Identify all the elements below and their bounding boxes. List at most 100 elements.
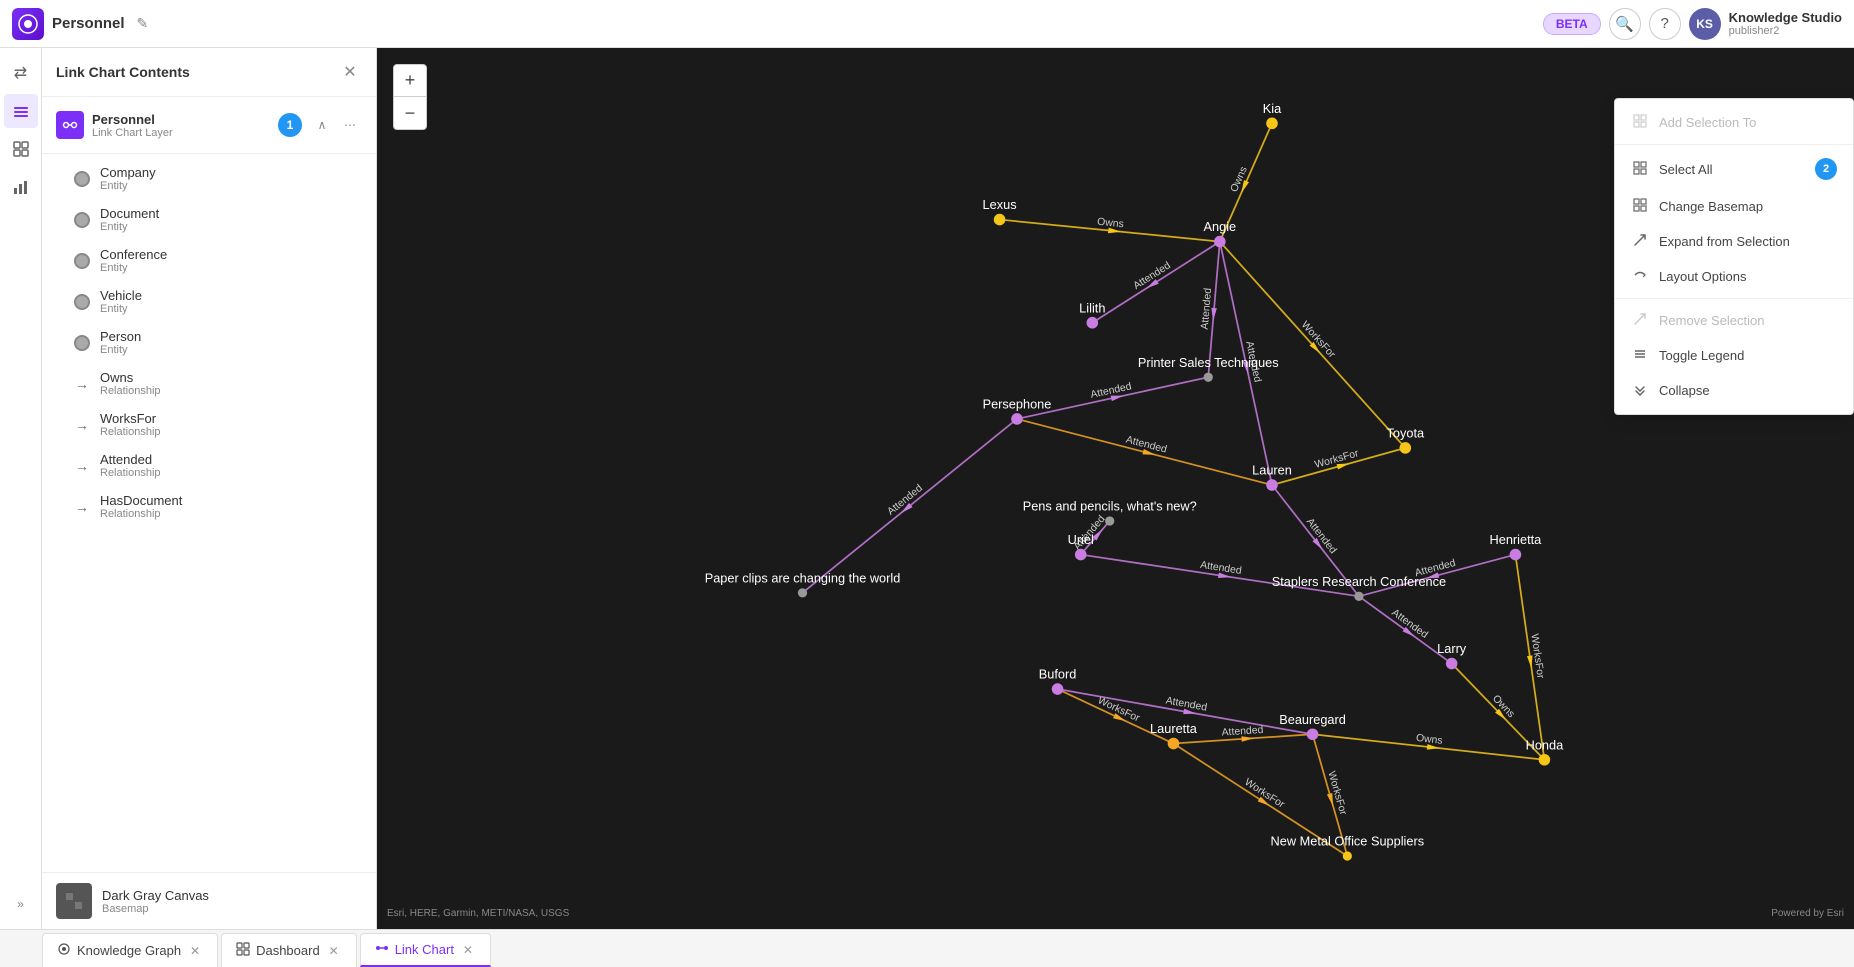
menu-item-expand-selection[interactable]: Expand from Selection xyxy=(1615,224,1853,259)
help-button[interactable]: ? xyxy=(1649,8,1681,40)
entity-more-button[interactable]: ⋯ xyxy=(340,332,362,354)
tab-link-chart[interactable]: Link Chart ✕ xyxy=(360,933,491,967)
entity-more-button[interactable]: ⋯ xyxy=(340,168,362,190)
entity-visibility-button[interactable]: 👁 xyxy=(314,332,336,354)
graph-node-persephone[interactable]: Persephone xyxy=(983,397,1052,425)
graph-node-larry[interactable]: Larry xyxy=(1437,641,1467,669)
entity-visibility-button[interactable]: 👁 xyxy=(314,250,336,272)
entity-row[interactable]: →AttendedRelationship 👁 ⋯ xyxy=(42,445,376,486)
entity-visibility-button[interactable]: 👁 xyxy=(314,291,336,313)
entity-visibility-button[interactable]: 👁 xyxy=(314,209,336,231)
map-area[interactable]: + − OwnsOwnsAttendedAttendedAttendedWork… xyxy=(377,48,1854,929)
entity-more-button[interactable]: ⋯ xyxy=(340,209,362,231)
graph-node-circle xyxy=(1510,549,1522,561)
zoom-in-button[interactable]: + xyxy=(394,65,426,97)
menu-item-select-all[interactable]: Select All2 xyxy=(1615,149,1853,189)
menu-item-layout-options[interactable]: Layout Options xyxy=(1615,259,1853,294)
entity-more-button[interactable]: ⋯ xyxy=(340,373,362,395)
layers-button[interactable] xyxy=(4,94,38,128)
entity-row[interactable]: DocumentEntity 👁 ⋯ xyxy=(42,199,376,240)
knowledge-graph-tab-close[interactable]: ✕ xyxy=(187,943,203,959)
entity-visibility-button[interactable]: 👁 xyxy=(314,455,336,477)
entity-visibility-button[interactable]: 👁 xyxy=(314,168,336,190)
tab-knowledge-graph[interactable]: Knowledge Graph✕ xyxy=(42,933,218,967)
zoom-out-button[interactable]: − xyxy=(394,97,426,129)
add-selection-icon xyxy=(1631,114,1649,131)
entity-name: Company xyxy=(100,165,304,180)
entity-name: Conference xyxy=(100,247,304,262)
graph-node-new-metal[interactable]: New Metal Office Suppliers xyxy=(1271,834,1425,861)
entity-arrow-icon: → xyxy=(74,499,90,515)
graph-node-label: Beauregard xyxy=(1279,712,1346,727)
entity-row[interactable]: ConferenceEntity 👁 ⋯ xyxy=(42,240,376,281)
icon-sidebar: ⇄ » xyxy=(0,48,42,929)
graph-node-label: Paper clips are changing the world xyxy=(705,570,901,585)
entity-visibility-button[interactable]: 👁 xyxy=(314,496,336,518)
graph-node-staplers-conf[interactable]: Staplers Research Conference xyxy=(1272,574,1446,601)
tab-dashboard[interactable]: Dashboard ✕ xyxy=(221,933,357,967)
graph-node-paper-clips[interactable]: Paper clips are changing the world xyxy=(705,570,901,597)
edit-icon[interactable]: ✎ xyxy=(137,15,149,32)
entity-more-button[interactable]: ⋯ xyxy=(340,291,362,313)
entity-row[interactable]: PersonEntity 👁 ⋯ xyxy=(42,322,376,363)
entity-more-button[interactable]: ⋯ xyxy=(340,250,362,272)
entity-row[interactable]: →WorksForRelationship 👁 ⋯ xyxy=(42,404,376,445)
entity-row[interactable]: →OwnsRelationship 👁 ⋯ xyxy=(42,363,376,404)
graph-node-lauren[interactable]: Lauren xyxy=(1252,463,1292,491)
graph-node-circle xyxy=(1204,373,1213,382)
graph-edge-label: Owns xyxy=(1415,733,1443,747)
menu-item-change-basemap[interactable]: Change Basemap xyxy=(1615,189,1853,224)
select-all-label: Select All xyxy=(1659,162,1712,177)
data-button[interactable] xyxy=(4,132,38,166)
basemap-icon xyxy=(56,883,92,919)
sidebar-toggle-button[interactable]: ⇄ xyxy=(4,56,38,90)
entity-visibility-button[interactable]: 👁 xyxy=(314,414,336,436)
link-chart-tab-label: Link Chart xyxy=(395,942,454,957)
graph-node-angie[interactable]: Angie xyxy=(1204,219,1237,247)
layer-expand-button[interactable]: ∧ xyxy=(310,113,334,137)
entity-visibility-button[interactable]: 👁 xyxy=(314,373,336,395)
graph-node-circle xyxy=(1075,549,1087,561)
link-chart-tab-close[interactable]: ✕ xyxy=(460,942,476,958)
beta-badge: BETA xyxy=(1543,13,1601,35)
graph-node-circle xyxy=(1343,851,1352,860)
dashboard-tab-label: Dashboard xyxy=(256,943,320,958)
graph-edge-label: Attended xyxy=(886,483,925,518)
graph-node-henrietta[interactable]: Henrietta xyxy=(1490,532,1543,560)
collapse-label: Collapse xyxy=(1659,383,1710,398)
graph-node-lauretta[interactable]: Lauretta xyxy=(1150,721,1198,749)
entity-row[interactable]: VehicleEntity 👁 ⋯ xyxy=(42,281,376,322)
graph-node-pens-pencils[interactable]: Pens and pencils, what's new? xyxy=(1023,499,1197,526)
menu-item-toggle-legend[interactable]: Toggle Legend xyxy=(1615,338,1853,373)
layer-name: Personnel xyxy=(92,112,270,127)
graph-node-circle xyxy=(1214,236,1226,248)
user-info: Knowledge Studio publisher2 xyxy=(1729,10,1842,37)
entity-circle-icon xyxy=(74,294,90,310)
app-logo xyxy=(12,8,44,40)
select-all-icon xyxy=(1631,161,1649,178)
dashboard-tab-close[interactable]: ✕ xyxy=(326,943,342,959)
graph-node-kia[interactable]: Kia xyxy=(1263,101,1282,129)
layer-more-button[interactable]: ⋯ xyxy=(338,113,362,137)
entity-more-button[interactable]: ⋯ xyxy=(340,496,362,518)
entity-type: Relationship xyxy=(100,385,304,397)
graph-node-lilith[interactable]: Lilith xyxy=(1079,300,1105,328)
chart-button[interactable] xyxy=(4,170,38,204)
collapse-sidebar-button[interactable]: » xyxy=(4,887,38,921)
entity-more-button[interactable]: ⋯ xyxy=(340,455,362,477)
panel-close-button[interactable]: ✕ xyxy=(338,60,362,84)
entity-type: Entity xyxy=(100,221,304,233)
menu-item-collapse[interactable]: Collapse xyxy=(1615,373,1853,408)
search-button[interactable]: 🔍 xyxy=(1609,8,1641,40)
entity-row[interactable]: →HasDocumentRelationship 👁 ⋯ xyxy=(42,486,376,527)
entity-more-button[interactable]: ⋯ xyxy=(340,414,362,436)
toggle-legend-icon xyxy=(1631,347,1649,364)
change-basemap-icon xyxy=(1631,198,1649,215)
topbar: Personnel ✎ BETA 🔍 ? KS Knowledge Studio… xyxy=(0,0,1854,48)
graph-node-toyota[interactable]: Toyota xyxy=(1387,425,1425,453)
panel-header: Link Chart Contents ✕ xyxy=(42,48,376,97)
graph-node-honda[interactable]: Honda xyxy=(1526,737,1564,765)
graph-node-circle xyxy=(1266,118,1278,130)
menu-item-add-selection: Add Selection To xyxy=(1615,105,1853,140)
entity-row[interactable]: CompanyEntity 👁 ⋯ xyxy=(42,158,376,199)
